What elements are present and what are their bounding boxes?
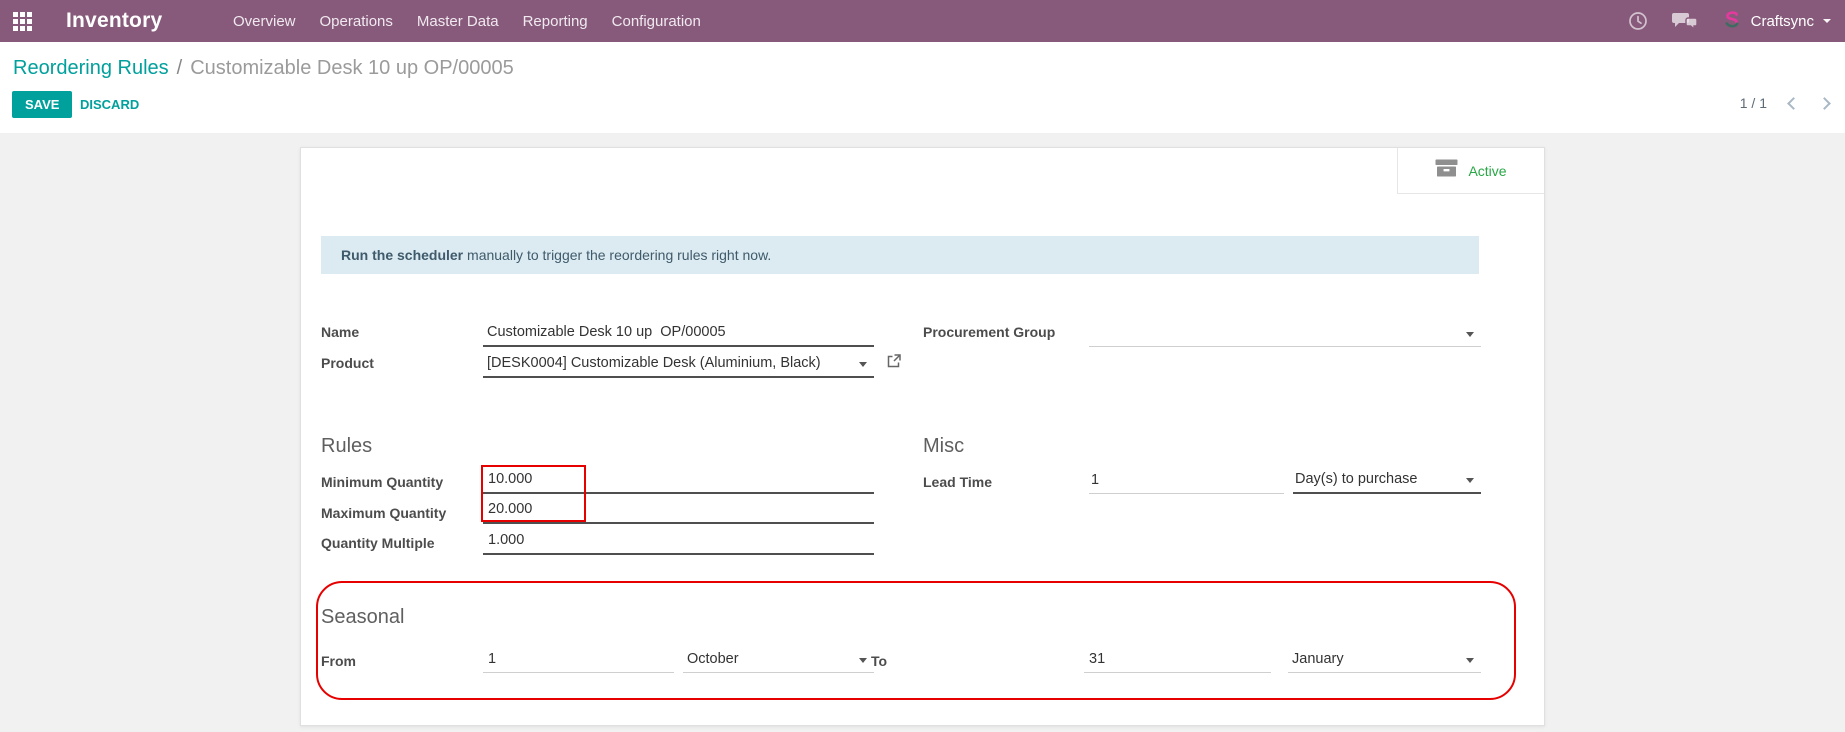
pager-previous-icon[interactable] bbox=[1787, 97, 1800, 110]
quantity-multiple-label: Quantity Multiple bbox=[321, 535, 435, 551]
procurement-group-label: Procurement Group bbox=[923, 324, 1055, 340]
seasonal-to-month-select[interactable]: January bbox=[1288, 645, 1481, 673]
seasonal-from-month-select[interactable]: October bbox=[683, 645, 874, 673]
activities-clock-icon[interactable] bbox=[1628, 11, 1648, 31]
breadcrumb: Reordering Rules / Customizable Desk 10 up… bbox=[13, 57, 514, 80]
banner-text: manually to trigger the reordering rules… bbox=[463, 247, 771, 263]
section-title-seasonal: Seasonal bbox=[321, 606, 404, 629]
breadcrumb-reordering-rules[interactable]: Reordering Rules bbox=[13, 57, 169, 79]
seasonal-to-label: To bbox=[871, 653, 887, 669]
pager-next-icon[interactable] bbox=[1818, 97, 1831, 110]
top-navbar: Inventory Overview Operations Master Dat… bbox=[0, 0, 1845, 42]
quantity-multiple-input[interactable]: 1.000 bbox=[483, 527, 874, 555]
menu-overview[interactable]: Overview bbox=[232, 13, 297, 30]
form-sheet: Active Run the scheduler manually to tri… bbox=[300, 147, 1545, 726]
active-status-label: Active bbox=[1468, 163, 1506, 179]
name-input[interactable]: Customizable Desk 10 up OP/00005 bbox=[483, 317, 874, 347]
section-title-rules: Rules bbox=[321, 435, 372, 458]
lead-time-uom-caret-icon bbox=[1466, 478, 1474, 483]
banner-bold-text: Run the scheduler bbox=[341, 247, 463, 263]
minimum-quantity-label: Minimum Quantity bbox=[321, 474, 443, 490]
product-select[interactable]: [DESK0004] Customizable Desk (Aluminium,… bbox=[483, 348, 874, 378]
lead-time-uom-select[interactable]: Day(s) to purchase bbox=[1293, 466, 1481, 494]
maximum-quantity-input[interactable]: 20.000 bbox=[483, 496, 874, 524]
messages-chat-icon[interactable] bbox=[1672, 12, 1698, 31]
product-label: Product bbox=[321, 355, 374, 371]
user-name: Craftsync bbox=[1751, 13, 1814, 30]
active-archive-button[interactable]: Active bbox=[1397, 148, 1544, 194]
chevron-down-icon bbox=[1823, 19, 1831, 23]
scheduler-info-banner: Run the scheduler manually to trigger th… bbox=[321, 236, 1479, 274]
menu-configuration[interactable]: Configuration bbox=[611, 13, 702, 30]
seasonal-to-day-input[interactable]: 31 bbox=[1084, 645, 1271, 673]
seasonal-from-label: From bbox=[321, 653, 356, 669]
seasonal-from-day-input[interactable]: 1 bbox=[483, 645, 674, 673]
user-menu[interactable]: Craftsync bbox=[1722, 9, 1831, 34]
menu-operations[interactable]: Operations bbox=[319, 13, 394, 30]
apps-menu-icon[interactable] bbox=[13, 12, 32, 31]
lead-time-input[interactable]: 1 bbox=[1089, 466, 1284, 494]
breadcrumb-separator: / bbox=[177, 57, 183, 79]
main-menu: Overview Operations Master Data Reportin… bbox=[232, 0, 702, 42]
from-month-caret-icon bbox=[859, 658, 867, 663]
pager-value[interactable]: 1 / 1 bbox=[1740, 95, 1767, 111]
company-logo-avatar bbox=[1722, 9, 1742, 34]
minimum-quantity-input[interactable]: 10.000 bbox=[483, 466, 874, 494]
discard-button[interactable]: DISCARD bbox=[80, 97, 139, 112]
name-label: Name bbox=[321, 324, 359, 340]
lead-time-label: Lead Time bbox=[923, 474, 992, 490]
save-button[interactable]: SAVE bbox=[12, 91, 72, 118]
annotation-highlight-seasonal bbox=[316, 581, 1516, 700]
product-external-link-icon[interactable] bbox=[886, 353, 902, 374]
section-title-misc: Misc bbox=[923, 435, 964, 458]
pager: 1 / 1 bbox=[1740, 95, 1829, 111]
app-title: Inventory bbox=[66, 9, 162, 33]
procurement-group-select[interactable] bbox=[1089, 317, 1481, 347]
archive-box-icon bbox=[1435, 159, 1458, 182]
menu-reporting[interactable]: Reporting bbox=[522, 13, 589, 30]
menu-master-data[interactable]: Master Data bbox=[416, 13, 500, 30]
procurement-group-caret-icon bbox=[1466, 332, 1474, 337]
to-month-caret-icon bbox=[1466, 658, 1474, 663]
breadcrumb-current-record: Customizable Desk 10 up OP/00005 bbox=[190, 57, 514, 79]
product-dropdown-caret-icon bbox=[859, 362, 867, 367]
maximum-quantity-label: Maximum Quantity bbox=[321, 505, 446, 521]
